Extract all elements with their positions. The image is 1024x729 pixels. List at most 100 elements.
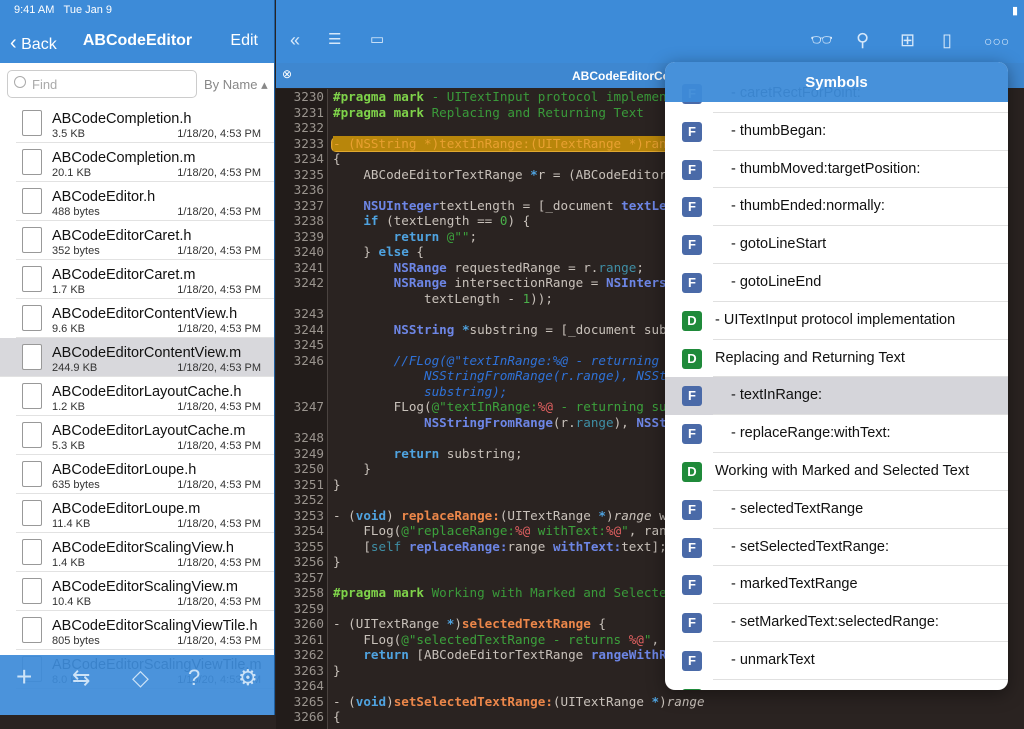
symbol-item[interactable]: D — [665, 680, 1008, 690]
file-name: ABCodeEditorScalingView.m — [52, 579, 238, 595]
file-row[interactable]: ABCodeEditorContentView.m 244.9 KB 1/18/20… — [0, 338, 274, 377]
file-row[interactable]: ABCodeEditorCaret.h 352 bytes 1/18/20, 4:5… — [16, 221, 274, 260]
symbol-item[interactable]: F - textInRange: — [665, 377, 1008, 416]
file-row[interactable]: ABCodeEditorCaret.m 1.7 KB 1/18/20, 4:53 P… — [16, 260, 274, 299]
code-token: - ( — [333, 507, 356, 523]
collapse-sidebar-icon[interactable]: « — [290, 30, 300, 51]
file-row[interactable]: ABCodeCompletion.h 3.5 KB 1/18/20, 4:53 PM — [16, 104, 274, 143]
symbol-item[interactable]: F - replaceRange:withText: — [665, 415, 1008, 453]
file-row[interactable]: ABCodeEditorScalingViewTile.h 805 bytes 1/… — [16, 611, 274, 650]
code-line: 3265- (void)setSelectedTextRange:(UIText… — [276, 694, 1024, 710]
file-name: ABCodeEditorCaret.h — [52, 228, 192, 244]
settings-icon[interactable]: ⚙ — [238, 665, 258, 691]
sort-button[interactable]: By Name ▴ — [204, 77, 268, 93]
code-line: 3266 { — [276, 709, 1024, 725]
code-token: ; — [469, 228, 478, 244]
code-token: @"replaceRange: — [401, 523, 515, 538]
code-token: (textLength == — [378, 213, 500, 228]
symbol-item[interactable]: D Working with Marked and Selected Text — [665, 453, 1008, 491]
edit-button[interactable]: Edit — [230, 32, 258, 50]
more-icon[interactable]: ○○○ — [984, 33, 1009, 49]
symbol-item[interactable]: F - setSelectedTextRange: — [665, 529, 1008, 567]
code-token: @"selectedTextRange - returns — [401, 631, 629, 647]
file-row[interactable]: ABCodeEditorContentView.h 9.6 KB 1/18/20, … — [16, 299, 274, 338]
file-size: 244.9 KB — [52, 362, 98, 374]
file-row[interactable]: ABCodeEditorScalingView.m 10.4 KB 1/18/20,… — [16, 572, 274, 611]
file-size: 635 bytes — [52, 479, 100, 491]
symbols-icon[interactable]: ⊞ — [900, 30, 915, 51]
line-text: } else { — [324, 244, 424, 260]
add-icon[interactable]: + — [16, 661, 32, 693]
symbols-title: Symbols — [665, 62, 1008, 102]
line-text: FLog(@"textInRange:%@ - returning substr… — [324, 399, 720, 415]
symbol-item[interactable]: F - gotoLineStart — [665, 226, 1008, 264]
line-number: 3262 — [293, 647, 324, 662]
symbol-item[interactable]: F - thumbBegan: — [665, 113, 1008, 151]
line-number: 3258 — [293, 585, 324, 600]
wifi-icon[interactable]: ◇ — [132, 665, 149, 691]
terminal-icon[interactable]: ▭ — [370, 30, 384, 48]
code-token: ABCodeEditorTextRange — [333, 166, 531, 182]
file-row[interactable]: ABCodeCompletion.m 20.1 KB 1/18/20, 4:53 P… — [16, 143, 274, 182]
file-size: 10.4 KB — [52, 596, 92, 608]
code-token: [ — [333, 538, 371, 554]
line-number — [276, 384, 324, 400]
file-date: 1/18/20, 4:53 PM — [177, 557, 261, 569]
file-row[interactable]: ABCodeEditorScalingView.h 1.4 KB 1/18/20, … — [16, 533, 274, 572]
line-text: NSUIntegertextLength = [_document textLe… — [324, 198, 712, 214]
file-name: ABCodeEditorContentView.h — [52, 306, 238, 322]
symbol-label: - setSelectedTextRange: — [731, 538, 889, 555]
symbol-label: - selectedTextRange — [731, 500, 864, 517]
code-token: ) — [454, 616, 462, 631]
code-token: ; — [636, 259, 644, 275]
symbol-item[interactable]: F - unmarkText — [665, 642, 1008, 680]
code-token: range — [613, 507, 652, 523]
file-size: 1.7 KB — [52, 284, 86, 296]
symbol-item[interactable]: F - setMarkedText:selectedRange: — [665, 604, 1008, 642]
code-token: %@ — [514, 523, 531, 538]
glasses-icon[interactable]: 👓︎ — [810, 30, 833, 51]
line-number — [276, 415, 324, 431]
help-icon[interactable]: ? — [188, 665, 200, 691]
code-token: } — [333, 461, 371, 476]
function-badge-icon: F — [682, 650, 702, 671]
file-date: 1/18/20, 4:53 PM — [177, 284, 261, 296]
file-row[interactable]: ABCodeEditorLoupe.m 11.4 KB 1/18/20, 4:53 … — [16, 494, 274, 533]
symbol-item[interactable]: F - thumbMoved:targetPosition: — [665, 151, 1008, 189]
file-row[interactable]: ABCodeEditorLoupe.h 635 bytes 1/18/20, 4:5… — [16, 455, 274, 494]
code-token: withText: — [530, 523, 606, 538]
symbol-item[interactable]: F - gotoLineEnd — [665, 264, 1008, 302]
back-button[interactable]: ‹ Back — [10, 32, 57, 55]
line-text: - (NSString *)textInRange:(UITextRange *… — [324, 135, 682, 152]
code-token: ) — [386, 693, 394, 709]
code-token: range — [598, 259, 637, 275]
symbol-item[interactable]: D - UITextInput protocol implementation — [665, 302, 1008, 340]
line-text: return substring; — [324, 446, 523, 462]
symbol-item[interactable]: F - thumbEnded:normally: — [665, 188, 1008, 226]
close-tab-icon[interactable]: ⊗ — [282, 67, 292, 81]
function-badge-icon: F — [682, 613, 702, 634]
file-row[interactable]: ABCodeEditorLayoutCache.h 1.2 KB 1/18/20, … — [16, 377, 274, 416]
search-input[interactable]: Find — [7, 70, 197, 98]
document-icon[interactable]: ▯ — [942, 30, 952, 51]
symbol-item[interactable]: F - markedTextRange — [665, 566, 1008, 604]
search-icon[interactable]: ⚲ — [856, 30, 869, 51]
file-date: 1/18/20, 4:53 PM — [177, 245, 261, 257]
code-token: void — [355, 507, 387, 523]
file-name: ABCodeCompletion.m — [52, 150, 196, 166]
file-row[interactable]: ABCodeEditorLayoutCache.m 5.3 KB 1/18/20, … — [16, 416, 274, 455]
line-text — [324, 570, 333, 586]
file-icon — [22, 344, 42, 370]
symbol-label: - textInRange: — [731, 387, 823, 404]
code-token: return — [393, 228, 440, 244]
file-date: 1/18/20, 4:53 PM — [177, 206, 261, 218]
file-size: 1.4 KB — [52, 557, 86, 569]
transfer-icon[interactable]: ⇆ — [72, 665, 90, 691]
symbol-item[interactable]: D Replacing and Returning Text — [665, 340, 1008, 378]
file-name: ABCodeEditorLayoutCache.m — [52, 423, 246, 439]
symbol-item[interactable]: F - selectedTextRange — [665, 491, 1008, 529]
file-row[interactable]: ABCodeEditor.h 488 bytes 1/18/20, 4:53 PM — [16, 182, 274, 221]
history-icon[interactable]: ☰ — [328, 30, 341, 48]
